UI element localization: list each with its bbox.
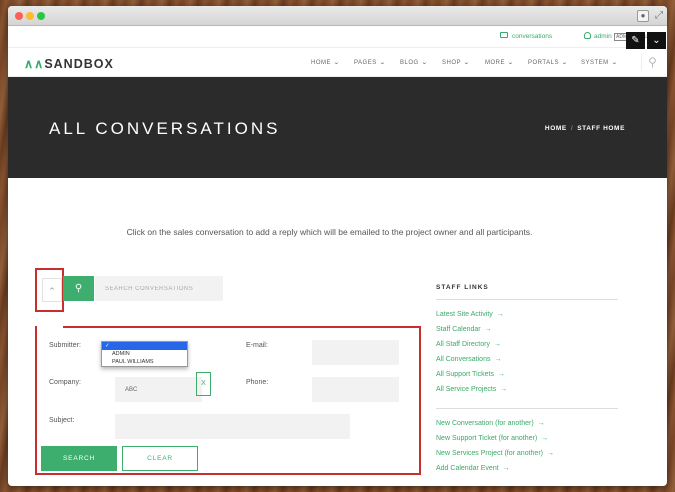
- arrow-right-icon: →: [496, 311, 504, 318]
- sidebar-link-label: Staff Calendar: [436, 326, 481, 333]
- search-input[interactable]: [95, 276, 223, 301]
- sidebar-link-label: All Support Tickets: [436, 371, 494, 378]
- chevron-down-icon: ⌄: [420, 60, 429, 66]
- expand-icon[interactable]: ⤢: [655, 10, 663, 22]
- nav-home[interactable]: HOME ⌄: [311, 59, 340, 66]
- main-navbar: ∧∧SANDBOX HOME ⌄ PAGES ⌄ BLOG ⌄ SHOP ⌄ MORE ⌄…: [8, 48, 667, 77]
- email-label: E-mail:: [246, 342, 268, 349]
- zoom-window-button[interactable]: [37, 12, 45, 20]
- nav-blog[interactable]: BLOG ⌄: [400, 59, 427, 66]
- sidebar-link-new-support-ticket[interactable]: New Support Ticket (for another) →: [436, 435, 548, 442]
- nav-blog-label: BLOG: [400, 60, 419, 66]
- sidebar-link-staff-calendar[interactable]: Staff Calendar →: [436, 326, 492, 333]
- utility-bar: conversations admin ADMIN logout: [8, 26, 667, 48]
- phone-label: Phone:: [246, 379, 269, 386]
- search-icon[interactable]: ⚲: [641, 53, 663, 71]
- arrow-right-icon: →: [500, 386, 508, 393]
- company-label: Company:: [49, 379, 81, 386]
- admin-user-icon: [584, 32, 591, 39]
- arrow-right-icon: →: [484, 326, 492, 333]
- arrow-right-icon: →: [494, 356, 502, 363]
- nav-more-label: MORE: [485, 60, 505, 66]
- sidebar-link-label: New Services Project (for another): [436, 450, 543, 457]
- sidebar-link-label: New Conversation (for another): [436, 420, 534, 427]
- chevron-down-icon: ⌄: [507, 60, 515, 66]
- nav-system-label: SYSTEM: [581, 60, 609, 66]
- nav-portals-label: PORTALS: [528, 60, 559, 66]
- sidebar-link-label: Latest Site Activity: [436, 311, 493, 318]
- subject-label: Subject:: [49, 417, 75, 424]
- breadcrumb-current: STAFF HOME: [577, 125, 625, 132]
- sidebar-link-add-calendar-event[interactable]: Add Calendar Event →: [436, 465, 510, 472]
- chevron-down-icon[interactable]: ⌄: [647, 32, 666, 49]
- sidebar-divider: [436, 408, 618, 409]
- sidebar-link-staff-directory[interactable]: All Staff Directory →: [436, 341, 501, 348]
- arrow-right-icon: →: [537, 420, 545, 427]
- email-field[interactable]: [312, 340, 399, 365]
- logo-text: SANDBOX: [44, 57, 114, 71]
- sidebar-link-label: New Support Ticket (for another): [436, 435, 538, 442]
- admin-link[interactable]: admin: [594, 33, 612, 40]
- form-box-gap: [37, 322, 63, 328]
- submitter-label: Submitter:: [49, 342, 81, 349]
- arrow-right-icon: →: [541, 435, 549, 442]
- chevron-down-icon: ⌄: [463, 60, 471, 66]
- staff-links-title: STAFF LINKS: [436, 284, 489, 291]
- search-submit-button[interactable]: ⚲: [63, 276, 94, 301]
- chevron-down-icon: ⌄: [610, 60, 619, 66]
- sidebar-link-label: All Service Projects: [436, 386, 497, 393]
- nav-shop-label: SHOP: [442, 60, 462, 66]
- breadcrumb-home[interactable]: HOME: [545, 125, 567, 132]
- sidebar-link-support-tickets[interactable]: All Support Tickets →: [436, 371, 505, 378]
- edit-icon[interactable]: ✎: [626, 32, 645, 49]
- sidebar-link-service-projects[interactable]: All Service Projects →: [436, 386, 507, 393]
- conversations-icon: [500, 32, 508, 38]
- sidebar-link-all-conversations[interactable]: All Conversations →: [436, 356, 501, 363]
- nav-pages-label: PAGES: [354, 60, 377, 66]
- clear-button[interactable]: CLEAR: [122, 446, 198, 471]
- intro-text: Click on the sales conversation to add a…: [126, 227, 533, 237]
- sidebar-divider: [436, 299, 618, 300]
- chevron-down-icon: ⌄: [333, 60, 341, 66]
- dropdown-selected-option[interactable]: ✓: [102, 342, 187, 350]
- sidebar-link-label: All Conversations: [436, 356, 491, 363]
- clear-company-button[interactable]: X: [196, 372, 211, 396]
- close-window-button[interactable]: [15, 12, 23, 20]
- nav-system[interactable]: SYSTEM ⌄: [581, 59, 617, 66]
- arrow-right-icon: →: [497, 371, 505, 378]
- page-title: ALL CONVERSATIONS: [49, 119, 281, 138]
- nav-shop[interactable]: SHOP ⌄: [442, 59, 470, 66]
- sidebar-link-latest-activity[interactable]: Latest Site Activity →: [436, 311, 504, 318]
- nav-portals[interactable]: PORTALS ⌄: [528, 59, 568, 66]
- site-logo[interactable]: ∧∧SANDBOX: [24, 56, 114, 71]
- chevron-down-icon: ⌄: [378, 60, 387, 66]
- logo-mark-icon: ∧∧: [24, 57, 45, 71]
- breadcrumb-separator: /: [570, 125, 574, 132]
- dropdown-option-admin[interactable]: ADMIN: [102, 350, 187, 358]
- company-field[interactable]: ABC: [115, 377, 202, 402]
- sidebar-link-new-conversation[interactable]: New Conversation (for another) →: [436, 420, 545, 427]
- arrow-right-icon: →: [502, 465, 510, 472]
- sidebar-link-label: All Staff Directory: [436, 341, 490, 348]
- collapse-filters-button[interactable]: ⌃: [42, 278, 62, 302]
- conversations-link[interactable]: conversations: [512, 33, 552, 40]
- phone-field[interactable]: [312, 377, 399, 402]
- page-header: ALL CONVERSATIONS HOME / STAFF HOME: [8, 77, 667, 178]
- arrow-right-icon: →: [493, 341, 501, 348]
- title-bar: ● ⤢: [8, 6, 667, 26]
- breadcrumb: HOME / STAFF HOME: [545, 125, 625, 132]
- subject-field[interactable]: [115, 414, 350, 439]
- nav-more[interactable]: MORE ⌄: [485, 59, 514, 66]
- arrow-right-icon: →: [546, 450, 554, 457]
- minimize-window-button[interactable]: [26, 12, 34, 20]
- search-button[interactable]: SEARCH: [41, 446, 117, 471]
- chevron-down-icon: ⌄: [561, 60, 569, 66]
- nav-pages[interactable]: PAGES ⌄: [354, 59, 385, 66]
- user-icon[interactable]: ●: [637, 10, 649, 22]
- sidebar-link-new-services-project[interactable]: New Services Project (for another) →: [436, 450, 554, 457]
- submitter-dropdown[interactable]: ✓ ADMIN PAUL WILLIAMS: [101, 341, 188, 367]
- sidebar-link-label: Add Calendar Event: [436, 465, 499, 472]
- dropdown-option-paul-williams[interactable]: PAUL WILLIAMS: [102, 358, 187, 366]
- nav-home-label: HOME: [311, 60, 331, 66]
